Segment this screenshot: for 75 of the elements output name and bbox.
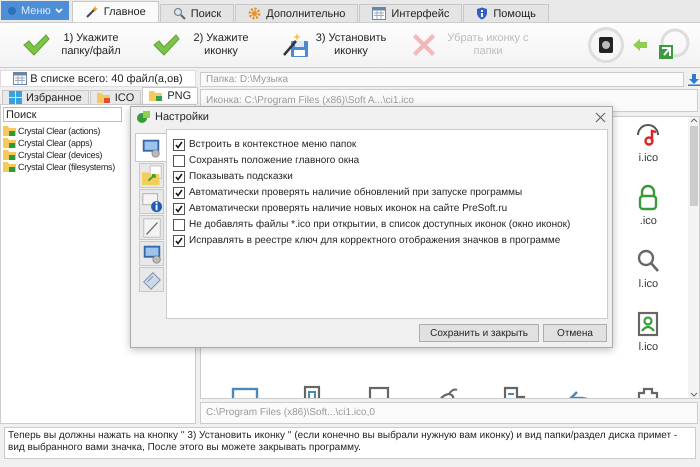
tab[interactable]: ICO	[90, 90, 142, 104]
tab[interactable]: Главное	[72, 1, 159, 22]
shield-icon	[476, 7, 488, 20]
windows-icon	[9, 91, 22, 104]
wand-floppy-icon	[282, 31, 310, 59]
tab[interactable]: Дополнительно	[235, 4, 358, 22]
download-icon[interactable]	[688, 74, 700, 86]
dialog-button[interactable]: Отмена	[543, 324, 607, 342]
option-label[interactable]: Не добавлять файлы *.ico при открытии, в список доступных иконок (окно иконок)	[189, 219, 570, 230]
circle-icon	[7, 6, 17, 16]
file-name: i.ico	[638, 152, 658, 164]
cross-icon	[412, 33, 436, 57]
check-icon	[152, 33, 180, 57]
option-label[interactable]: Встроить в контекстное меню папок	[189, 139, 356, 150]
toolbar-button[interactable]: 1) Укажите папку/файл	[14, 32, 136, 58]
scrollbar-thumb[interactable]	[690, 126, 698, 206]
checkbox[interactable]	[173, 170, 185, 182]
calendar-icon	[372, 7, 386, 20]
folder-icon	[3, 161, 17, 173]
file-name: l.ico	[638, 278, 658, 290]
search-field[interactable]: Поиск	[3, 107, 122, 122]
folder-icon	[149, 90, 164, 102]
scrollbar[interactable]	[688, 116, 699, 398]
tab[interactable]: Поиск	[160, 4, 234, 22]
left-arrow-icon	[632, 38, 648, 52]
wand-icon	[84, 5, 99, 19]
close-icon[interactable]	[595, 112, 606, 122]
tab[interactable]: Интерфейс	[359, 4, 462, 22]
file-count-label: В списке всего: 40 файл(а,ов)	[30, 72, 183, 84]
file-name: l.ico	[638, 340, 658, 352]
folder-icon	[3, 125, 17, 137]
app-icon	[137, 110, 151, 124]
toolbar-button[interactable]: 3) Установить иконку	[274, 31, 396, 59]
file-name: .ico	[640, 214, 657, 226]
check-icon	[22, 33, 50, 57]
scroll-up-icon[interactable]	[690, 116, 698, 122]
dialog-title: Настройки	[155, 111, 210, 123]
settings-page-icon	[140, 190, 162, 212]
checkbox[interactable]	[173, 154, 185, 166]
checkbox[interactable]	[173, 234, 185, 246]
settings-page-icon	[140, 216, 162, 238]
option-label[interactable]: Показывать подсказки	[189, 171, 293, 182]
folder-icon	[96, 92, 111, 104]
option-label[interactable]: Сохранять положение главного окна	[189, 155, 360, 166]
tab[interactable]: PNG	[142, 87, 198, 104]
settings-tab[interactable]	[139, 215, 164, 240]
tab[interactable]: Избранное	[2, 90, 89, 104]
checkbox[interactable]	[173, 202, 185, 214]
folder-icon	[3, 137, 17, 149]
option-label[interactable]: Автоматически проверять наличие обновлений при запуске программы	[189, 187, 522, 198]
toolbar-button[interactable]: 2) Укажите иконку	[144, 32, 266, 58]
dialog-button[interactable]: Сохранить и закрыть	[419, 324, 539, 342]
hint-text: Теперь вы должны нажать на кнопку '' 3) Установить иконку '' (если конечно вы выбрали нужную вам иконку) и вид папки/раздел диска примет - вид выбранного вами значка, После этого вы можете закрывать программу.	[4, 427, 696, 459]
tab[interactable]: Помощь	[463, 4, 549, 22]
checkbox[interactable]	[173, 218, 185, 230]
tree-item[interactable]: Crystal Clear (filesystems)	[18, 162, 115, 172]
checkbox[interactable]	[173, 138, 185, 150]
tree-item[interactable]: Crystal Clear (devices)	[18, 150, 102, 160]
folder-icon	[3, 149, 17, 161]
scroll-down-icon[interactable]	[690, 392, 698, 398]
settings-tab[interactable]	[139, 267, 164, 292]
settings-tab[interactable]	[135, 133, 166, 162]
settings-tab[interactable]	[139, 241, 164, 266]
search-icon	[172, 7, 186, 20]
tree-item[interactable]: Crystal Clear (apps)	[18, 138, 92, 148]
checkbox[interactable]	[173, 186, 185, 198]
gear-icon	[248, 7, 262, 20]
settings-tab[interactable]	[139, 189, 164, 214]
option-label[interactable]: Исправлять в реестре ключ для корректного отображения значков в программе	[189, 235, 560, 246]
tree-item[interactable]: Crystal Clear (actions)	[18, 126, 100, 136]
caret-icon	[54, 8, 63, 14]
settings-page-icon	[140, 164, 162, 186]
speaker-icon[interactable]	[588, 27, 624, 63]
option-label[interactable]: Автоматически проверять наличие новых иконок на сайте PreSoft.ru	[189, 203, 508, 214]
settings-tab[interactable]	[139, 163, 164, 188]
